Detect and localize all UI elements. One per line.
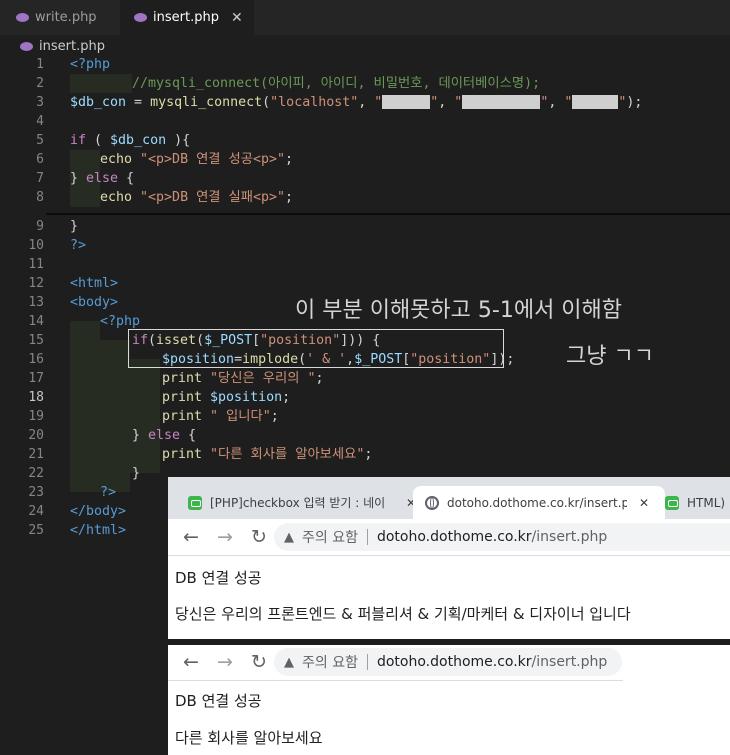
breadcrumb[interactable]: insert.php bbox=[20, 37, 105, 55]
browser-tab[interactable]: [PHP]checkbox 입력 받기 : 네이 ✕ bbox=[168, 486, 433, 519]
security-warning: 주의 요함 bbox=[302, 530, 358, 546]
naver-blog-icon bbox=[665, 495, 679, 510]
page-text: DB 연결 성공 bbox=[175, 569, 262, 587]
toolbar: ← → ↻ ▲ 주의 요함 dotoho.dothome.co.kr/inser… bbox=[168, 520, 730, 554]
browser-window: ← → ↻ ▲ 주의 요함 dotoho.dothome.co.kr/inser… bbox=[168, 645, 730, 755]
globe-icon bbox=[425, 495, 439, 510]
toolbar: ← → ↻ ▲ 주의 요함 dotoho.dothome.co.kr/inser… bbox=[168, 645, 730, 679]
code-line: 17 print "당신은 우리의 "; bbox=[28, 371, 324, 386]
fold-divider bbox=[46, 213, 730, 215]
code-line: 5 if ( $db_con ){ bbox=[36, 133, 191, 148]
browser-tab[interactable]: HTML) < bbox=[655, 486, 730, 519]
url-path: /insert.php bbox=[531, 654, 608, 670]
warning-triangle-icon: ▲ bbox=[284, 529, 294, 545]
page-text: DB 연결 성공 bbox=[175, 692, 262, 710]
naver-blog-icon bbox=[188, 495, 202, 510]
tab-insert-php[interactable]: insert.php ✕ bbox=[120, 0, 254, 35]
breadcrumb-file: insert.php bbox=[39, 38, 105, 54]
redacted-value bbox=[382, 95, 431, 109]
tab-label: insert.php bbox=[153, 10, 219, 25]
close-icon[interactable]: ✕ bbox=[231, 10, 243, 26]
tab-label: write.php bbox=[35, 10, 97, 25]
code-line: 21 print "다른 회사를 알아보세요"; bbox=[28, 447, 373, 462]
code-line: 10 ?> bbox=[28, 238, 87, 253]
code-line: 7} else { bbox=[36, 171, 135, 186]
divider bbox=[366, 529, 368, 545]
code-line: 18 print $position; bbox=[28, 390, 291, 405]
code-line: 6 echo "<p>DB 연결 성공<p>"; bbox=[36, 152, 294, 167]
divider bbox=[366, 654, 368, 670]
annotation-note-2: 그냥 ㄱㄱ bbox=[566, 344, 654, 369]
annotation-note: 이 부분 이해못하고 5-1에서 이해함 bbox=[295, 298, 623, 323]
address-bar[interactable]: ▲ 주의 요함 dotoho.dothome.co.kr/insert.php bbox=[274, 523, 730, 551]
close-icon[interactable]: ✕ bbox=[639, 496, 649, 510]
code-line: 2//mysqli_connect(아이피, 아이디, 비밀번호, 데이터베이스… bbox=[36, 76, 541, 91]
code-line: 3 $db_con = mysqli_connect("localhost", "… bbox=[36, 95, 643, 110]
code-line: 8 echo "<p>DB 연결 실패<p>"; bbox=[36, 190, 294, 205]
php-elephant-icon bbox=[134, 13, 147, 22]
tab-write-php[interactable]: write.php bbox=[0, 0, 136, 35]
code-line: 20} else { bbox=[28, 428, 197, 443]
reload-icon[interactable]: ↻ bbox=[248, 526, 270, 548]
code-line: 9} bbox=[36, 219, 79, 234]
page-text: 당신은 우리의 프론트엔드 & 퍼블리셔 & 기획/마케터 & 디자이너 입니다 bbox=[175, 605, 631, 623]
annotation-highlight-box bbox=[128, 329, 504, 368]
browser-tab-strip: [PHP]checkbox 입력 받기 : 네이 ✕ dotoho.dothom… bbox=[168, 477, 730, 519]
redacted-value bbox=[572, 95, 619, 109]
browser-tab-active[interactable]: dotoho.dothome.co.kr/insert.php ✕ bbox=[413, 486, 665, 519]
divider bbox=[168, 680, 623, 681]
reload-icon[interactable]: ↻ bbox=[248, 651, 270, 673]
code-line: 19 print " 입니다"; bbox=[28, 409, 279, 424]
php-elephant-icon bbox=[16, 13, 29, 22]
page-text: 다른 회사를 알아보세요 bbox=[175, 729, 323, 747]
forward-arrow-icon[interactable]: → bbox=[214, 526, 236, 548]
url-host: dotoho.dothome.co.kr bbox=[376, 529, 532, 545]
code-line: 1 <?php bbox=[36, 57, 111, 72]
php-elephant-icon bbox=[20, 41, 33, 51]
warning-triangle-icon: ▲ bbox=[284, 654, 294, 670]
url-host: dotoho.dothome.co.kr bbox=[376, 654, 532, 670]
url-path: /insert.php bbox=[531, 529, 608, 545]
divider bbox=[168, 555, 730, 556]
redacted-value bbox=[462, 95, 541, 109]
security-warning: 주의 요함 bbox=[302, 655, 358, 671]
back-arrow-icon[interactable]: ← bbox=[180, 526, 202, 548]
address-bar[interactable]: ▲ 주의 요함 dotoho.dothome.co.kr/insert.php bbox=[274, 648, 622, 676]
code-line: 12 <html> bbox=[28, 276, 119, 291]
forward-arrow-icon[interactable]: → bbox=[214, 651, 236, 673]
editor-tab-bar: write.php insert.php ✕ bbox=[0, 0, 730, 35]
back-arrow-icon[interactable]: ← bbox=[180, 651, 202, 673]
browser-window: [PHP]checkbox 입력 받기 : 네이 ✕ dotoho.dothom… bbox=[168, 477, 730, 639]
